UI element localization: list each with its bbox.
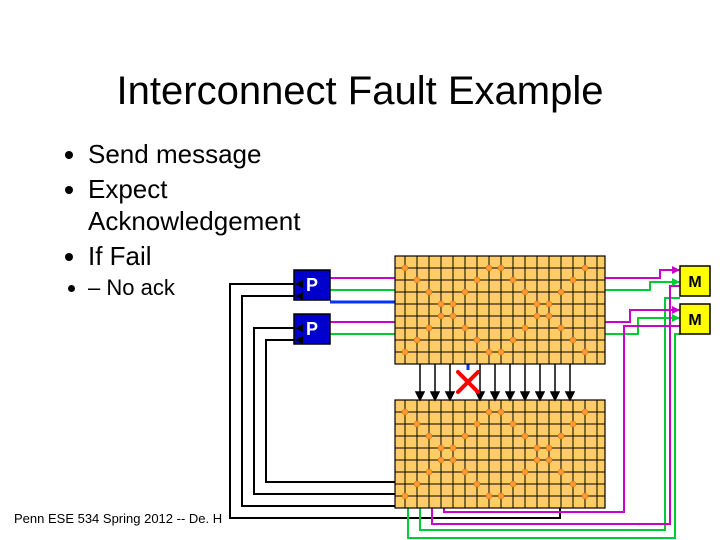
interconnect-diagram: P P M M <box>220 240 720 540</box>
crossbar-bottom <box>395 400 605 508</box>
m-box-label: M <box>688 312 701 329</box>
slide-footer: Penn ESE 534 Spring 2012 -- De. H <box>14 511 222 526</box>
p-box-label: P <box>306 319 318 339</box>
m-box-label: M <box>688 274 701 291</box>
fault-marker-icon <box>458 372 478 392</box>
bullet-item: Expect Acknowledgement <box>88 173 380 238</box>
crossbar-top <box>395 256 605 364</box>
bullet-item: Send message <box>88 138 380 171</box>
page-title: Interconnect Fault Example <box>0 69 720 114</box>
p-box-label: P <box>306 275 318 295</box>
